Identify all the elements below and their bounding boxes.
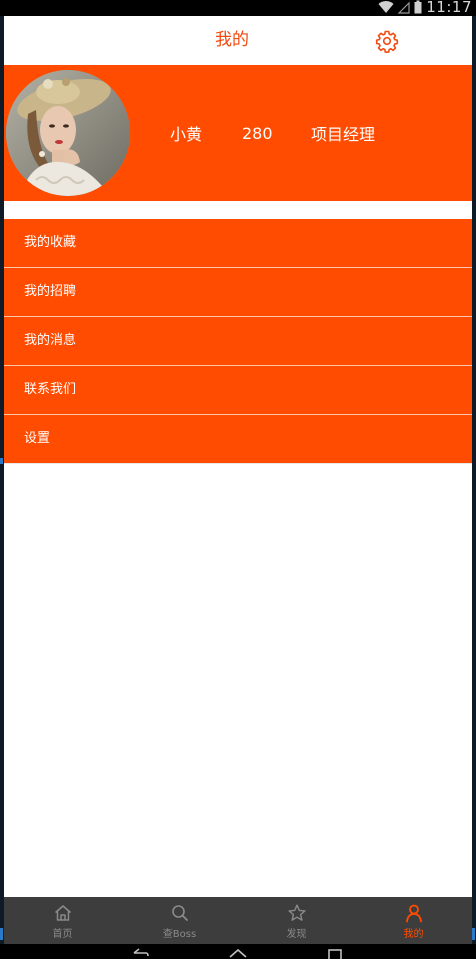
- back-icon[interactable]: [130, 947, 150, 959]
- search-icon: [171, 905, 188, 921]
- wifi-icon: [378, 0, 394, 13]
- header-bar: 我的: [4, 16, 472, 65]
- status-icons: 11:17: [378, 0, 472, 16]
- profile-role: 项目经理: [311, 125, 376, 144]
- menu-item-label: 联系我们: [24, 382, 77, 397]
- menu-item-recruitment[interactable]: 我的招聘: [4, 268, 472, 317]
- profile-name: 小黄: [170, 125, 203, 144]
- home-icon: [54, 905, 71, 921]
- profile-count: 280: [242, 123, 273, 143]
- tab-search-boss[interactable]: 查Boss: [121, 897, 238, 944]
- tab-mine[interactable]: 我的: [355, 897, 472, 944]
- avatar[interactable]: [6, 70, 130, 196]
- profile-info: 小黄 280 项目经理: [170, 65, 375, 201]
- menu-item-contact[interactable]: 联系我们: [4, 366, 472, 415]
- tab-label: 我的: [403, 929, 424, 940]
- menu-item-label: 我的招聘: [24, 284, 77, 299]
- tab-home[interactable]: 首页: [4, 897, 121, 944]
- tab-discover[interactable]: 发现: [238, 897, 355, 944]
- battery-icon: [414, 0, 422, 13]
- menu-item-label: 我的收藏: [24, 235, 77, 250]
- window-edge-mark: [472, 928, 475, 940]
- system-nav-bar: [0, 944, 476, 959]
- bottom-tab-bar: 首页 查Boss 发现 我的: [4, 897, 472, 944]
- window-edge-mark: [0, 928, 3, 940]
- tab-label: 首页: [52, 929, 73, 940]
- menu-item-label: 我的消息: [24, 333, 77, 348]
- user-icon: [405, 904, 422, 923]
- menu-item-favorites[interactable]: 我的收藏: [4, 219, 472, 268]
- menu-list: 我的收藏 我的招聘 我的消息 联系我们 设置: [4, 219, 472, 464]
- app-screen: 我的 小黄 280 项目经理 我的收藏 我的招聘 我的消息 联系我们 设置 首页…: [4, 16, 472, 944]
- tab-label: 查Boss: [162, 929, 197, 940]
- home-button-icon[interactable]: [228, 947, 248, 959]
- profile-card: 小黄 280 项目经理: [4, 65, 472, 201]
- avatar-portrait-image: [6, 70, 130, 196]
- menu-item-label: 设置: [24, 431, 51, 446]
- status-time: 11:17: [426, 0, 472, 16]
- recents-icon[interactable]: [326, 947, 346, 959]
- menu-item-messages[interactable]: 我的消息: [4, 317, 472, 366]
- status-bar: 11:17: [0, 0, 476, 16]
- menu-item-settings[interactable]: 设置: [4, 415, 472, 464]
- star-icon: [287, 904, 306, 921]
- gear-icon[interactable]: [375, 29, 399, 53]
- phone-frame: 11:17 我的 小黄 280 项目经理 我的收藏 我的招聘 我的消息 联系我们…: [0, 0, 476, 959]
- tab-label: 发现: [286, 929, 307, 940]
- window-edge-mark: [0, 458, 3, 464]
- signal-icon: [398, 1, 410, 14]
